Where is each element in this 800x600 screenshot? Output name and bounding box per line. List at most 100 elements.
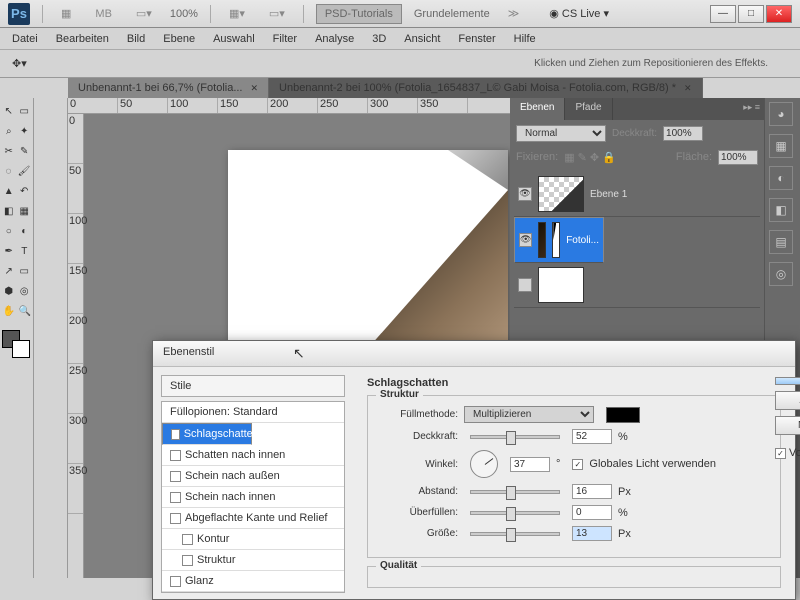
color-panel-icon[interactable]: ◕ <box>769 102 793 126</box>
brush-tool[interactable]: 🖌 <box>17 162 31 180</box>
layer-row[interactable]: 👁 Ebene 1 <box>514 172 760 217</box>
checkbox[interactable] <box>170 576 181 587</box>
opacity-value[interactable]: 100% <box>663 126 703 141</box>
menu-3d[interactable]: 3D <box>372 33 386 45</box>
visibility-icon[interactable]: 👁 <box>518 187 532 201</box>
checkbox[interactable]: ✓ <box>171 429 180 440</box>
style-blending[interactable]: Füllopionen: Standard <box>162 402 344 423</box>
close-icon[interactable]: ✕ <box>684 83 692 94</box>
tab-doc1[interactable]: Unbenannt-1 bei 66,7% (Fotolia...✕ <box>68 78 269 98</box>
color-swatches[interactable] <box>2 330 30 358</box>
layer-thumb[interactable] <box>538 176 584 212</box>
marquee-tool[interactable]: ▭ <box>18 102 32 120</box>
blend-mode-select[interactable]: Normal <box>516 125 606 142</box>
distance-slider[interactable] <box>470 490 560 494</box>
style-innerglow[interactable]: Schein nach innen <box>162 487 344 508</box>
path-tool[interactable]: ↗ <box>2 262 16 280</box>
adjust-panel-icon[interactable]: ◐ <box>769 166 793 190</box>
menu-ansicht[interactable]: Ansicht <box>404 33 440 45</box>
bridge-icon[interactable]: ▦ <box>55 5 77 22</box>
layer-thumb[interactable] <box>538 267 584 303</box>
blendmode-select[interactable]: Multiplizieren <box>464 406 594 423</box>
style-contour[interactable]: Kontur <box>162 529 344 550</box>
menu-filter[interactable]: Filter <box>273 33 297 45</box>
style-satin[interactable]: Glanz <box>162 571 344 592</box>
close-icon[interactable]: ✕ <box>251 83 259 94</box>
style-innershadow[interactable]: Schatten nach innen <box>162 445 344 466</box>
spread-slider[interactable] <box>470 511 560 515</box>
workspace-psd[interactable]: PSD-Tutorials <box>316 4 402 24</box>
move-tool[interactable]: ↖ <box>2 102 16 120</box>
layer-row[interactable]: 👁 Fotoli... <box>514 217 604 263</box>
menu-bild[interactable]: Bild <box>127 33 145 45</box>
pen-tool[interactable]: ✒ <box>2 242 16 260</box>
wand-tool[interactable]: ✦ <box>18 122 32 140</box>
screen-icon[interactable]: ▭▾ <box>263 5 291 22</box>
eyedrop-tool[interactable]: ✎ <box>18 142 32 160</box>
size-input[interactable] <box>572 526 612 541</box>
angle-input[interactable] <box>510 457 550 472</box>
menu-analyse[interactable]: Analyse <box>315 33 354 45</box>
spread-input[interactable] <box>572 505 612 520</box>
menu-hilfe[interactable]: Hilfe <box>514 33 536 45</box>
menu-fenster[interactable]: Fenster <box>458 33 495 45</box>
close-button[interactable]: ✕ <box>766 5 792 23</box>
opacity-slider[interactable] <box>470 435 560 439</box>
checkbox[interactable] <box>170 513 181 524</box>
angle-control[interactable] <box>470 450 498 478</box>
styles-panel-icon[interactable]: ▤ <box>769 230 793 254</box>
style-outerglow[interactable]: Schein nach außen <box>162 466 344 487</box>
dodge-tool[interactable]: ◐ <box>18 222 32 240</box>
checkbox[interactable] <box>170 450 181 461</box>
checkbox[interactable] <box>182 534 193 545</box>
gradient-tool[interactable]: ▦ <box>18 202 32 220</box>
checkbox[interactable] <box>170 471 181 482</box>
styles-header[interactable]: Stile <box>161 375 345 397</box>
style-bevel[interactable]: Abgeflachte Kante und Relief <box>162 508 344 529</box>
eraser-tool[interactable]: ◧ <box>2 202 16 220</box>
cslive-link[interactable]: CS Live <box>562 8 601 20</box>
tab-pfade[interactable]: Pfade <box>565 98 612 120</box>
minimize-button[interactable]: — <box>710 5 736 23</box>
arrange-icon[interactable]: ▦▾ <box>223 5 251 22</box>
view-icon[interactable]: ▭▾ <box>130 5 158 22</box>
zoom-value[interactable]: 100% <box>170 8 198 20</box>
dialog-title[interactable]: Ebenenstil ↖ <box>153 341 795 367</box>
visibility-icon[interactable] <box>518 278 532 292</box>
blur-tool[interactable]: ○ <box>2 222 16 240</box>
lasso-tool[interactable]: ⌕ <box>2 122 16 140</box>
fill-value[interactable]: 100% <box>718 150 758 165</box>
layer-thumb[interactable] <box>538 222 546 258</box>
shape-tool[interactable]: ▭ <box>18 262 32 280</box>
mask-panel-icon[interactable]: ◧ <box>769 198 793 222</box>
visibility-icon[interactable]: 👁 <box>519 233 532 247</box>
menu-datei[interactable]: Datei <box>12 33 38 45</box>
style-dropshadow[interactable]: ✓Schlagschatten <box>162 423 252 445</box>
history-tool[interactable]: ↶ <box>18 182 32 200</box>
info-panel-icon[interactable]: ◎ <box>769 262 793 286</box>
size-slider[interactable] <box>470 532 560 536</box>
tab-ebenen[interactable]: Ebenen <box>510 98 565 120</box>
lock-icons[interactable]: ▦ ✎ ✥ 🔒 <box>564 151 616 164</box>
panel-menu-icon[interactable]: ▸▸ ≡ <box>739 98 764 120</box>
layer-mask[interactable] <box>552 222 560 258</box>
shadow-color-swatch[interactable] <box>606 407 640 423</box>
menu-ebene[interactable]: Ebene <box>163 33 195 45</box>
new-style-button[interactable]: Neue <box>775 416 800 435</box>
move-tool-icon[interactable]: ✥▾ <box>12 57 27 70</box>
zoom-tool[interactable]: 🔍 <box>18 302 32 320</box>
type-tool[interactable]: T <box>18 242 32 260</box>
layer-row[interactable] <box>514 263 760 308</box>
more-icon[interactable]: ≫ <box>502 5 526 22</box>
stamp-tool[interactable]: ▲ <box>2 182 16 200</box>
hand-tool[interactable]: ✋ <box>2 302 16 320</box>
3d-tool[interactable]: ⬢ <box>2 282 16 300</box>
checkbox[interactable] <box>182 555 193 566</box>
global-light-checkbox[interactable]: ✓ <box>572 459 583 470</box>
menu-bearbeiten[interactable]: Bearbeiten <box>56 33 109 45</box>
3d-cam-tool[interactable]: ◎ <box>18 282 32 300</box>
workspace-grund[interactable]: Grundelemente <box>414 8 490 20</box>
distance-input[interactable] <box>572 484 612 499</box>
maximize-button[interactable]: □ <box>738 5 764 23</box>
ok-button[interactable] <box>775 377 800 385</box>
